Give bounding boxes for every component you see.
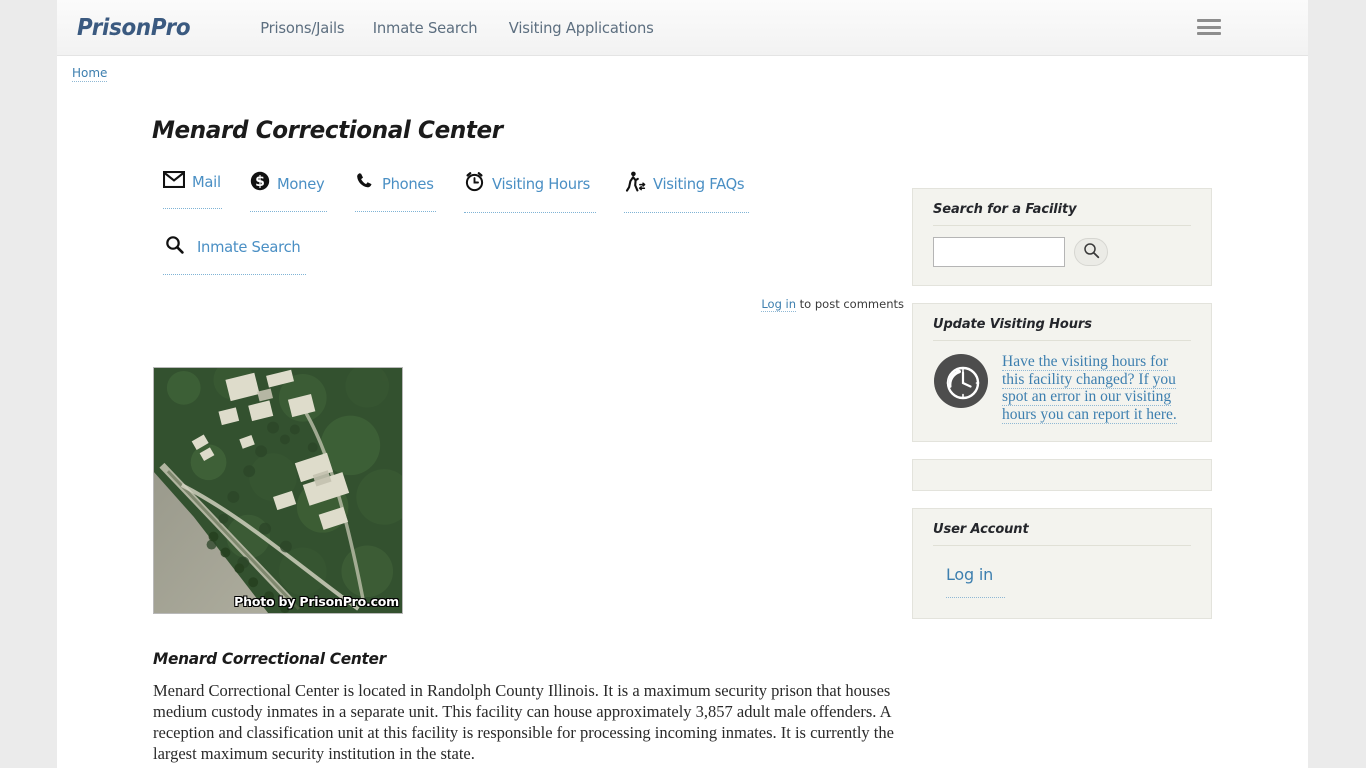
link-underline [163,208,223,209]
post-comments-text: to post comments [796,297,904,311]
primary-nav: Prisons/Jails Inmate Search Visiting App… [258,19,657,37]
hamburger-bar [1197,32,1221,35]
facility-quick-links-row-1: Mail $ Money Phones Visiting Hours Visit… [162,170,917,217]
facility-photo: Photo by PrisonPro.com [153,367,403,614]
search-icon [165,235,184,259]
quick-link-label: Mail [192,173,221,191]
sidebar: Search for a Facility Update Visiting Ho… [912,80,1212,764]
site-logo[interactable]: PrisonPro [77,15,191,41]
search-block-title: Search for a Facility [933,202,1191,226]
update-block-row: Have the visiting hours for this facilit… [933,353,1191,424]
mail-icon [162,170,186,193]
sidebar-block-update-visiting-hours: Update Visiting Hours Have the visiting … [912,303,1212,442]
quick-link-label: Inmate Search [197,238,301,256]
nav-item-visiting-applications[interactable]: Visiting Applications [508,19,653,37]
sidebar-block-user-account: User Account Log in [912,508,1212,619]
nav-item-inmate-search[interactable]: Inmate Search [373,19,478,37]
account-login-label: Log in [946,565,994,584]
quick-link-money[interactable]: $ Money [250,171,328,216]
quick-link-mail[interactable]: Mail [162,170,223,213]
quick-link-label: Visiting Hours [492,175,591,193]
page-container: PrisonPro Prisons/Jails Inmate Search Vi… [57,0,1308,768]
quick-link-label: Visiting FAQs [652,175,745,193]
article-body: Menard Correctional Center is located in… [153,681,894,763]
search-icon [1083,242,1100,262]
body-wrapper: Menard Correctional Center Mail $ Money … [57,80,1308,764]
quick-link-inmate-search[interactable]: Inmate Search [163,235,306,279]
quick-link-phones[interactable]: Phones [355,171,437,216]
link-underline [355,211,437,212]
account-links: Log in [946,565,1191,600]
account-block-title: User Account [933,522,1191,546]
main-content: Menard Correctional Center Mail $ Money … [57,80,917,764]
site-header: PrisonPro Prisons/Jails Inmate Search Vi… [57,0,1308,56]
link-underline [623,212,749,213]
hamburger-icon[interactable] [1197,17,1221,37]
link-underline [464,212,596,213]
page-title: Menard Correctional Center [152,116,503,144]
quick-link-label: Phones [382,174,434,193]
link-underline [250,211,328,212]
search-row [933,237,1191,267]
svg-text:$: $ [255,174,265,190]
account-login-link[interactable]: Log in [946,565,1006,600]
facility-photo-block: Photo by PrisonPro.com [153,367,917,614]
login-comments-link[interactable]: Log in [761,297,797,312]
money-icon: $ [250,171,270,196]
quick-link-visiting-hours[interactable]: Visiting Hours [464,171,596,217]
walking-person-icon [624,171,646,197]
quick-link-visiting-faqs[interactable]: Visiting FAQs [623,171,749,217]
sidebar-block-empty [912,459,1212,491]
hamburger-bar [1197,25,1221,29]
facility-search-button[interactable] [1074,238,1108,266]
facility-quick-links: Mail $ Money Phones Visiting Hours Visit… [162,170,917,279]
post-comments-notice: Log in to post comments [152,297,917,312]
article-title: Menard Correctional Center [153,649,386,668]
link-underline [163,274,306,275]
breadcrumb: Home [57,56,1308,82]
facility-search-input[interactable] [933,237,1065,267]
quick-link-label: Money [277,174,325,193]
link-underline [946,597,1006,598]
nav-item-prisons-jails[interactable]: Prisons/Jails [260,19,344,37]
update-visiting-hours-link[interactable]: Have the visiting hours for this facilit… [1002,353,1178,424]
alarm-clock-icon [464,171,485,197]
update-clock-icon [933,353,989,409]
update-visiting-hours-link-text: Have the visiting hours for this facilit… [1002,353,1177,424]
phone-icon [355,171,375,196]
update-block-title: Update Visiting Hours [933,317,1191,341]
hamburger-bar [1197,19,1221,22]
satellite-image [154,368,402,613]
sidebar-block-search: Search for a Facility [912,188,1212,286]
facility-quick-links-row-2: Inmate Search [163,235,917,279]
photo-watermark: Photo by PrisonPro.com [234,594,399,609]
